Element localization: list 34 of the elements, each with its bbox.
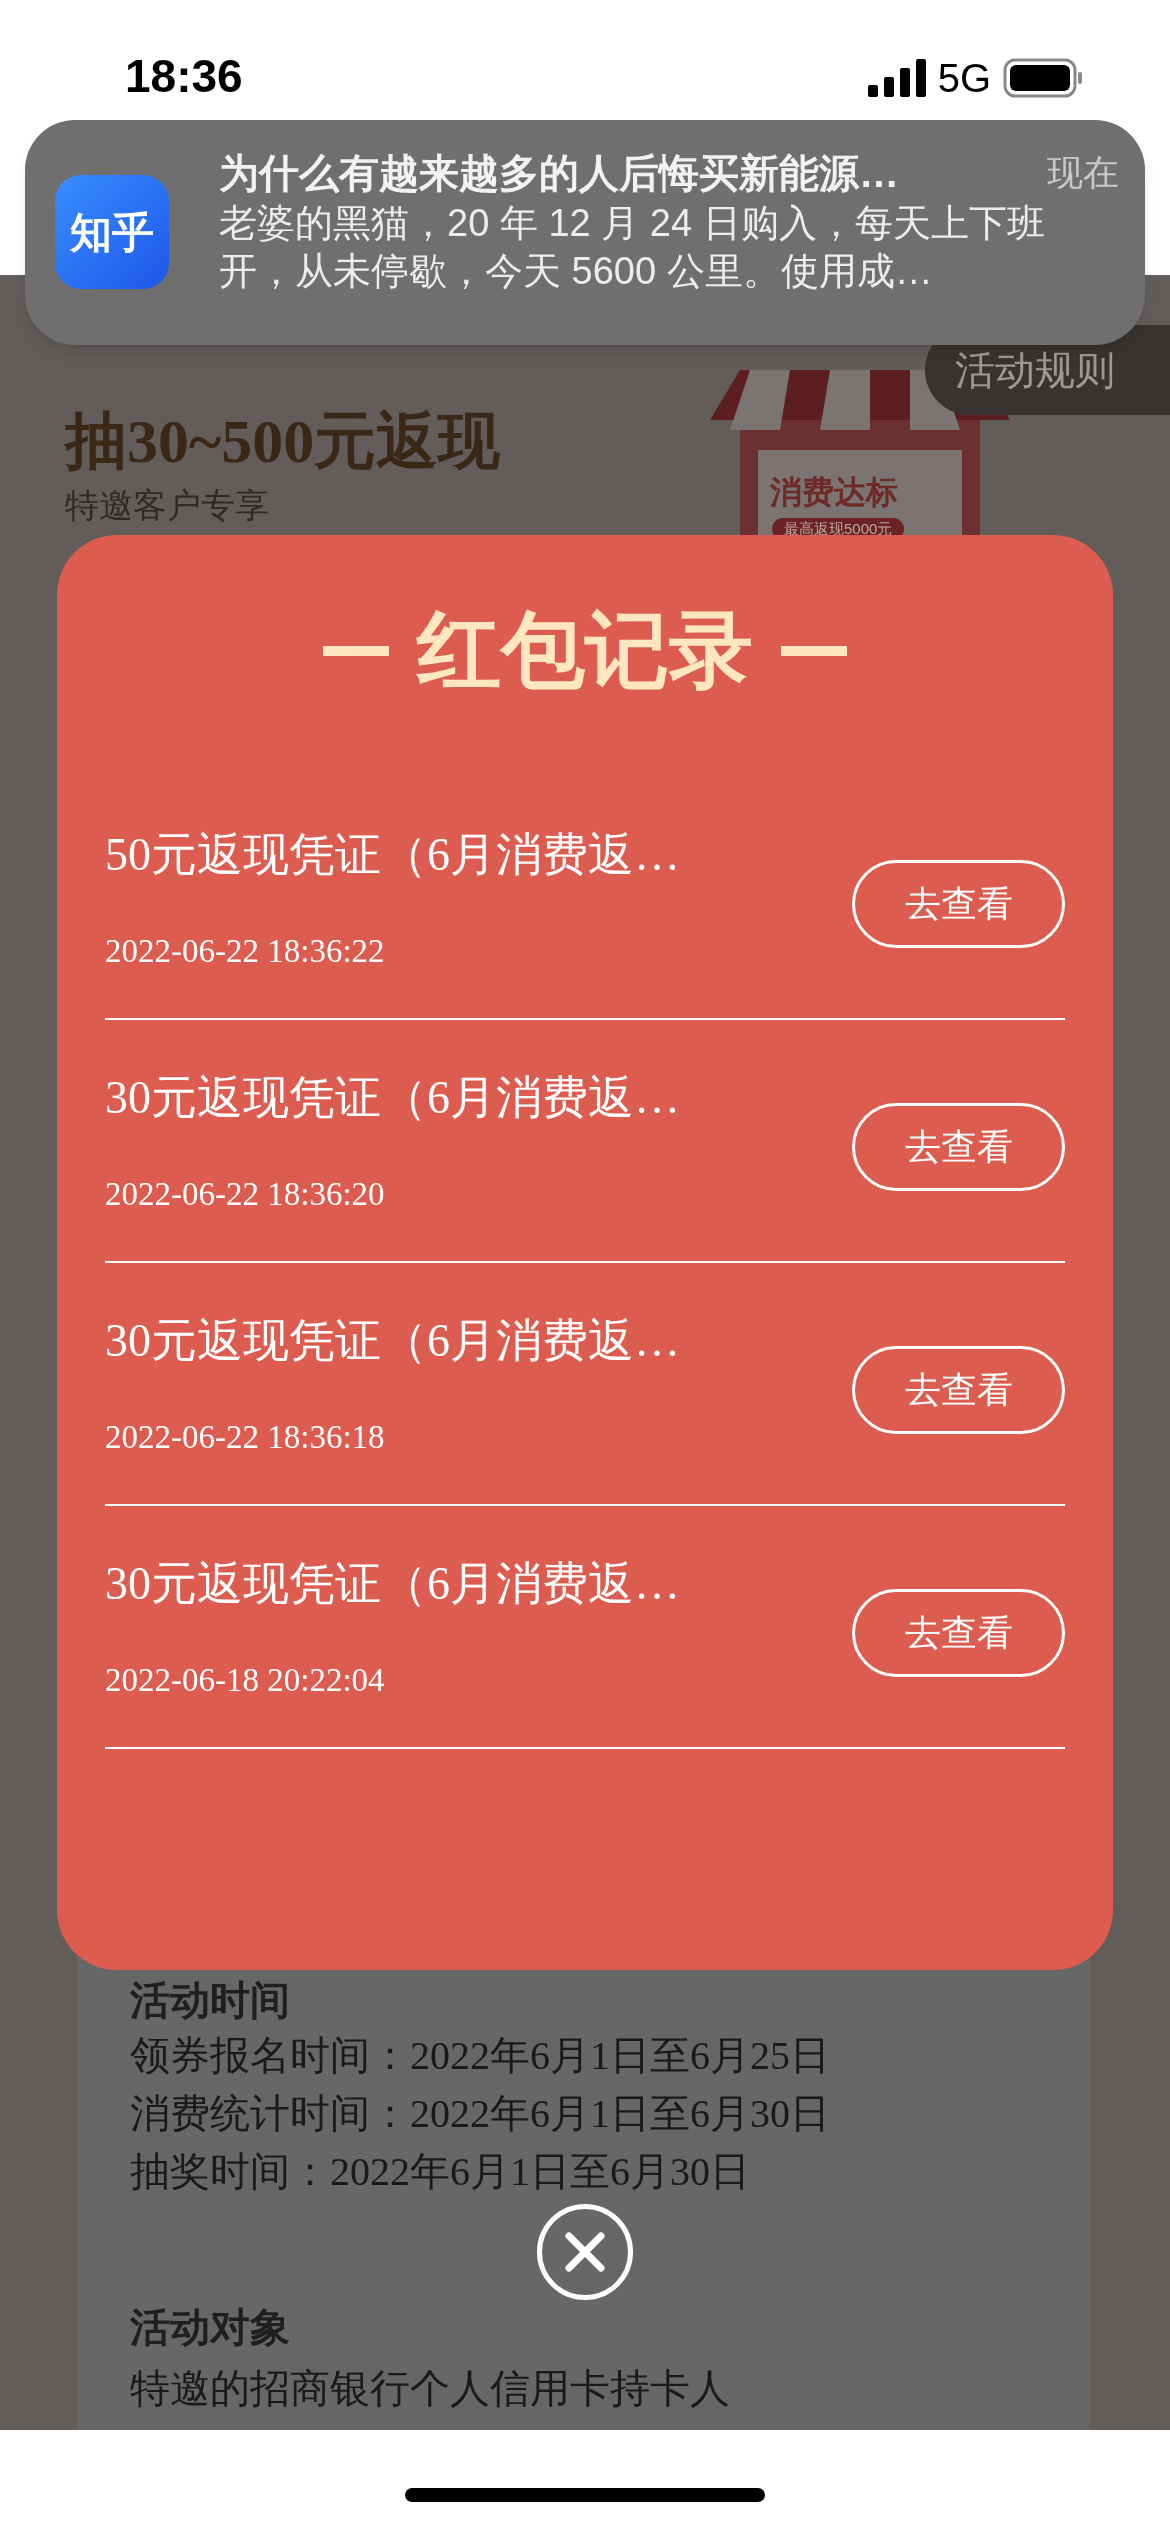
section-heading: 活动时间 xyxy=(130,1977,290,2024)
notification-body: 老婆的黑猫，20 年 12 月 24 日购入，每天上下班开，从未停歇，今天 5600 公里。使用成… xyxy=(219,201,1046,294)
section-heading: 活动对象 xyxy=(130,2304,290,2351)
signal-icon xyxy=(867,59,926,97)
title-dash xyxy=(323,646,389,656)
view-button[interactable]: 去查看 xyxy=(852,859,1065,948)
record-title: 50元返现凭证（6月消费返… xyxy=(105,827,680,882)
record-title: 30元返现凭证（6月消费返… xyxy=(105,1313,680,1368)
dialog-title: 红包记录 xyxy=(417,603,753,699)
record-time: 2022-06-22 18:36:20 xyxy=(105,1174,386,1214)
status-time: 18:36 xyxy=(125,49,243,104)
rule-line: 抽奖时间：2022年6月1日至6月30日 xyxy=(130,2148,750,2196)
notification-title: 为什么有越来越多的人后悔买新能源… xyxy=(219,150,899,197)
promo-title: 消费达标 xyxy=(770,473,898,512)
rule-line: 消费统计时间：2022年6月1日至6月30日 xyxy=(130,2090,830,2138)
close-button[interactable] xyxy=(537,2204,633,2300)
close-icon xyxy=(563,2230,607,2274)
record-title: 30元返现凭证（6月消费返… xyxy=(105,1556,680,1611)
rule-line: 特邀的招商银行个人信用卡持卡人 xyxy=(130,2365,730,2413)
view-button[interactable]: 去查看 xyxy=(852,1345,1065,1434)
record-time: 2022-06-22 18:36:22 xyxy=(105,931,386,971)
view-button[interactable]: 去查看 xyxy=(852,1102,1065,1191)
notification-banner[interactable]: 知乎 为什么有越来越多的人后悔买新能源… 现在 老婆的黑猫，20 年 12 月 24 日购入，每天上下班开，从未停歇，今天 5600 公里。使用成… xyxy=(25,120,1145,345)
battery-icon xyxy=(1003,58,1083,98)
record-title: 30元返现凭证（6月消费返… xyxy=(105,1070,680,1125)
record-time: 2022-06-18 20:22:04 xyxy=(105,1660,386,1700)
notification-time: 现在 xyxy=(1047,151,1119,195)
title-dash xyxy=(781,646,847,656)
rule-line: 领券报名时间：2022年6月1日至6月25日 xyxy=(130,2032,830,2080)
view-button[interactable]: 去查看 xyxy=(852,1588,1065,1677)
headline: 抽30~500元返现 xyxy=(65,406,501,477)
network-label: 5G xyxy=(937,56,991,100)
app-icon-label: 知乎 xyxy=(70,207,154,258)
record-time: 2022-06-22 18:36:18 xyxy=(105,1417,386,1457)
